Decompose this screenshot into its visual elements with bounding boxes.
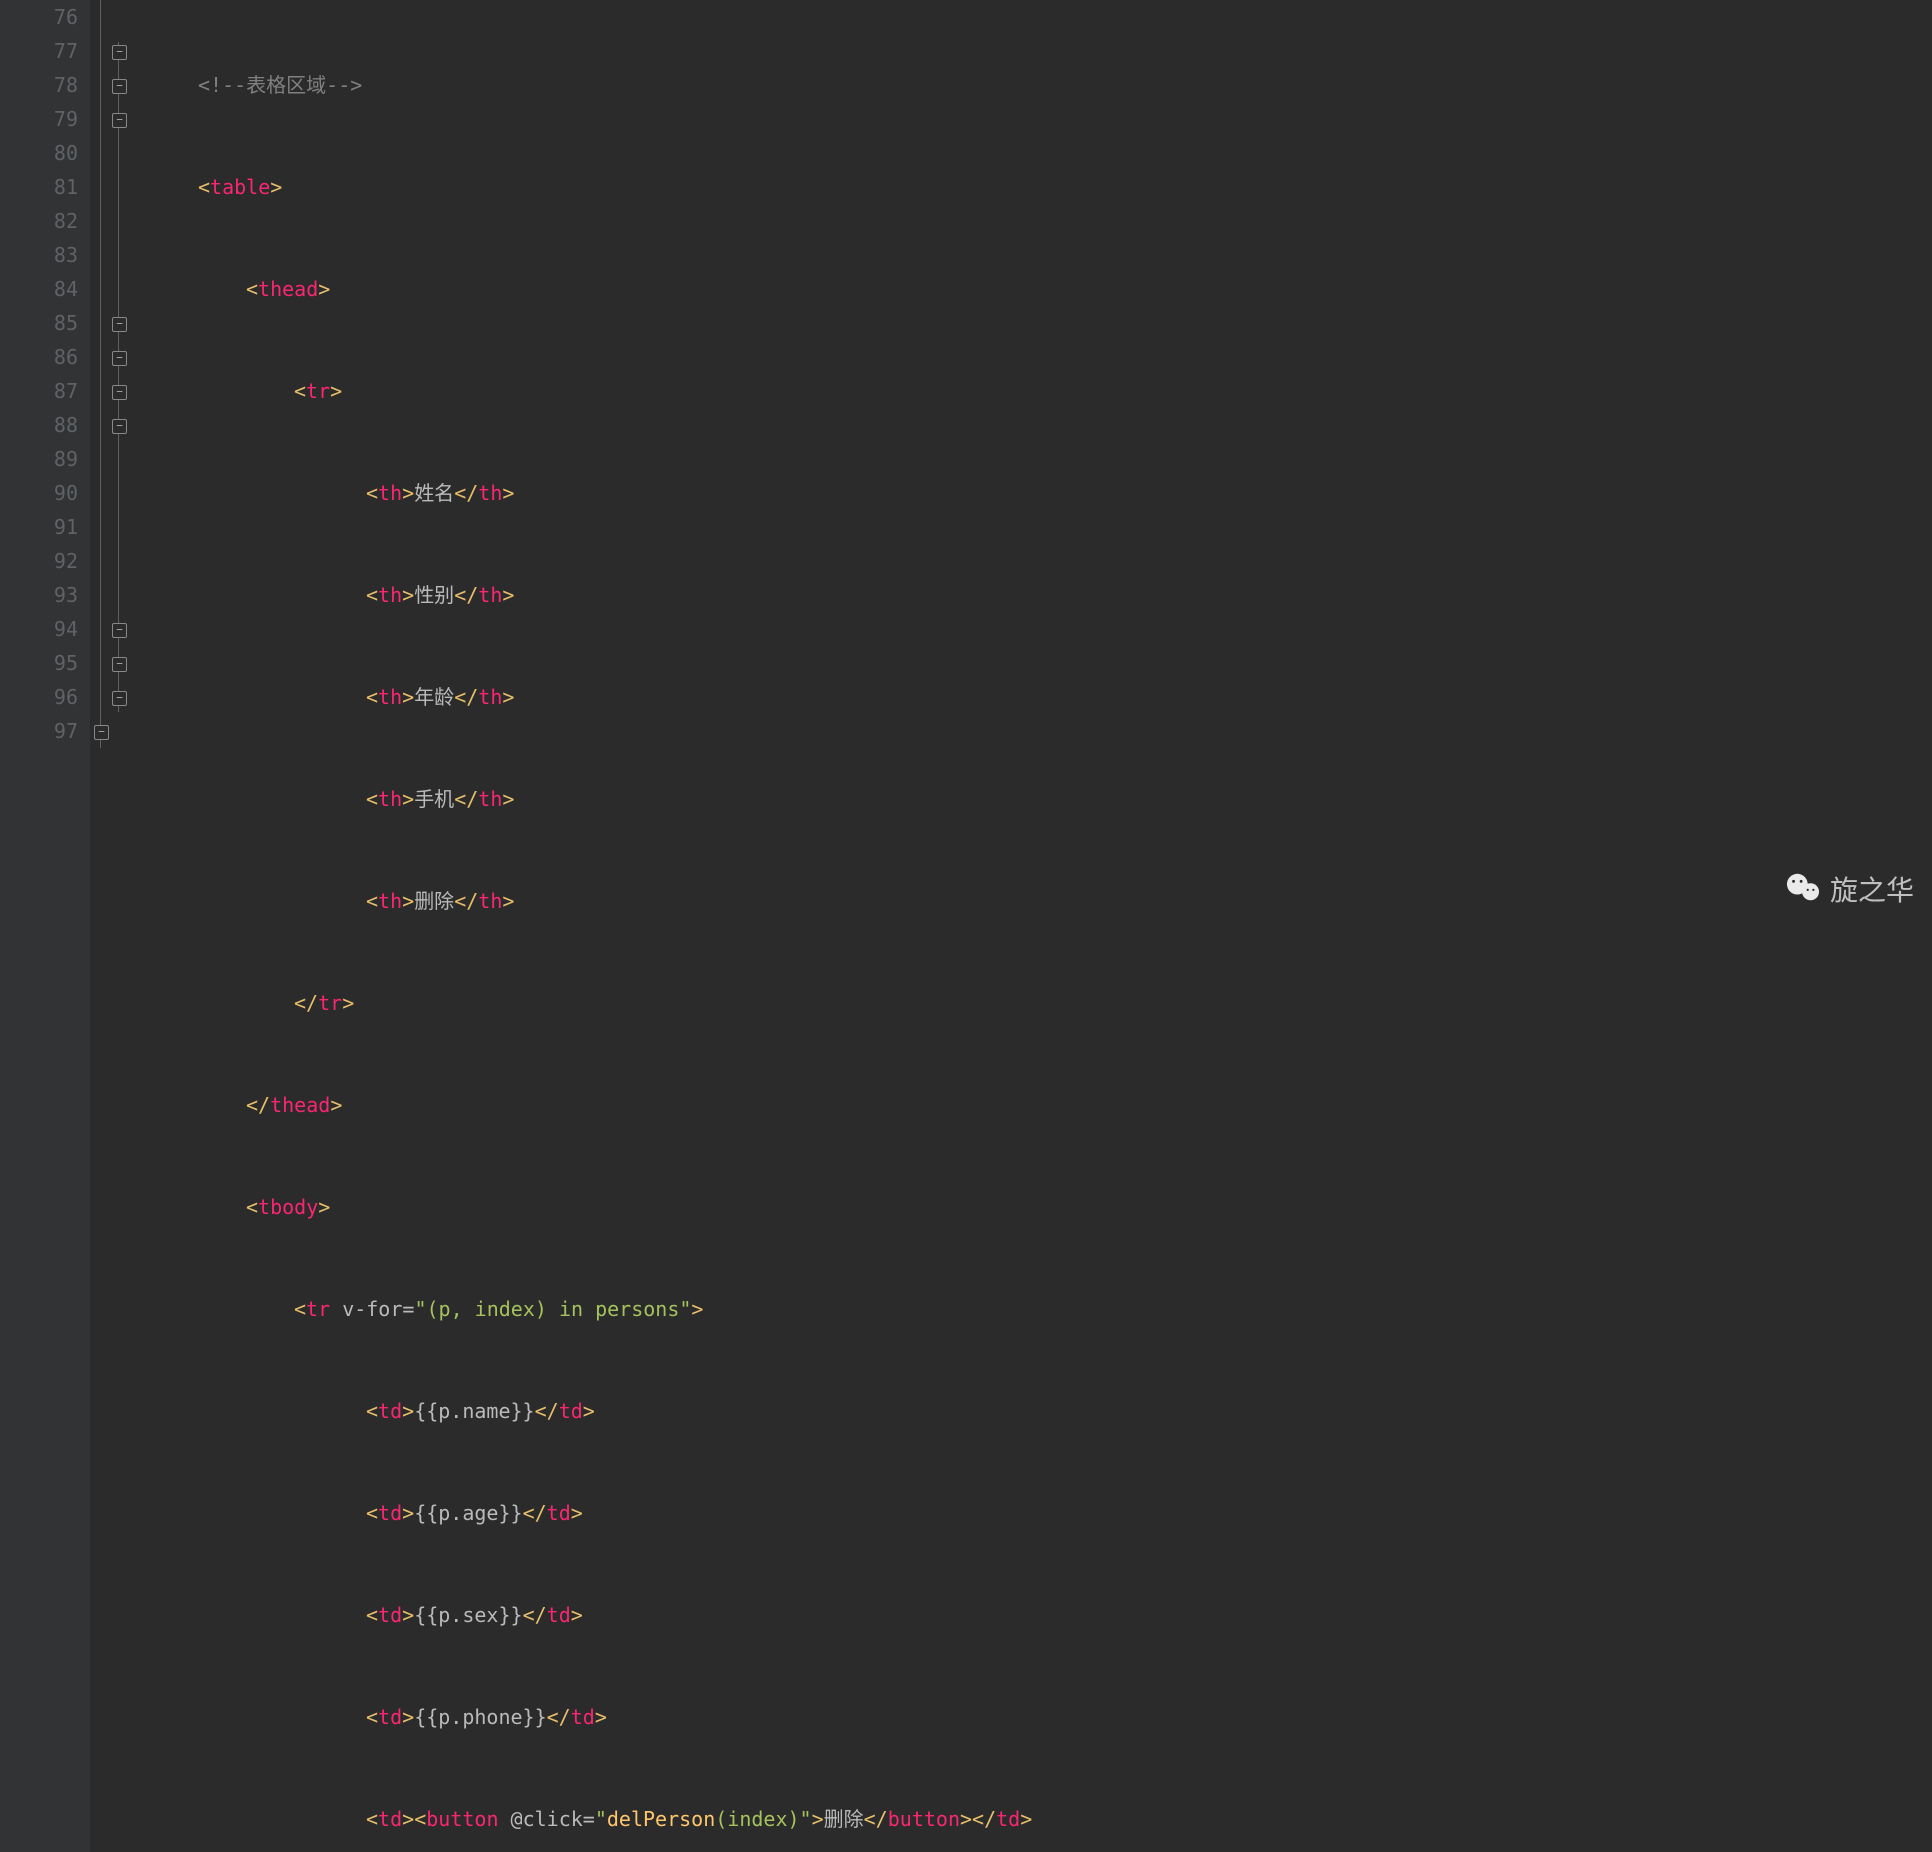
line-number: 90	[0, 476, 78, 510]
fold-handle-icon[interactable]	[112, 79, 127, 94]
fold-handle-icon[interactable]	[112, 691, 127, 706]
watermark-text: 旋之华	[1830, 874, 1914, 908]
line-number: 78	[0, 68, 78, 102]
line-number: 88	[0, 408, 78, 442]
fold-handle-icon[interactable]	[112, 45, 127, 60]
code-line: <th>年龄</th>	[150, 680, 1932, 714]
code-line: <td>{{p.age}}</td>	[150, 1496, 1932, 1530]
line-number: 84	[0, 272, 78, 306]
line-number: 94	[0, 612, 78, 646]
code-line: </thead>	[150, 1088, 1932, 1122]
code-line: <td><button @click="delPerson(index)">删除…	[150, 1802, 1932, 1836]
fold-gutter	[90, 0, 150, 1852]
code-line: <table>	[150, 170, 1932, 204]
code-line: <td>{{p.sex}}</td>	[150, 1598, 1932, 1632]
code-area[interactable]: <!--表格区域--> <table> <thead> <tr> <th>姓名<…	[150, 0, 1932, 1852]
line-number: 92	[0, 544, 78, 578]
line-number: 80	[0, 136, 78, 170]
code-line: <th>性别</th>	[150, 578, 1932, 612]
line-number: 95	[0, 646, 78, 680]
code-line: <td>{{p.phone}}</td>	[150, 1700, 1932, 1734]
code-line: <td>{{p.name}}</td>	[150, 1394, 1932, 1428]
fold-handle-icon[interactable]	[112, 113, 127, 128]
code-line: <tr>	[150, 374, 1932, 408]
line-number: 81	[0, 170, 78, 204]
line-number: 93	[0, 578, 78, 612]
line-number-gutter: 76 77 78 79 80 81 82 83 84 85 86 87 88 8…	[0, 0, 90, 1852]
wechat-icon	[1786, 872, 1820, 910]
line-number: 87	[0, 374, 78, 408]
code-line: <!--表格区域-->	[150, 68, 1932, 102]
code-line: </tr>	[150, 986, 1932, 1020]
code-line: <th>删除</th>	[150, 884, 1932, 918]
line-number: 79	[0, 102, 78, 136]
line-number: 77	[0, 34, 78, 68]
code-line: <thead>	[150, 272, 1932, 306]
fold-handle-icon[interactable]	[112, 623, 127, 638]
fold-handle-icon[interactable]	[112, 317, 127, 332]
code-editor: 76 77 78 79 80 81 82 83 84 85 86 87 88 8…	[0, 0, 1932, 1852]
line-number: 91	[0, 510, 78, 544]
line-number: 82	[0, 204, 78, 238]
line-number: 86	[0, 340, 78, 374]
line-number: 97	[0, 714, 78, 748]
line-number: 96	[0, 680, 78, 714]
code-line: <th>手机</th>	[150, 782, 1932, 816]
code-line: <tr v-for="(p, index) in persons">	[150, 1292, 1932, 1326]
fold-handle-icon[interactable]	[112, 385, 127, 400]
line-number: 83	[0, 238, 78, 272]
fold-handle-icon[interactable]	[112, 351, 127, 366]
code-line: <tbody>	[150, 1190, 1932, 1224]
line-number: 76	[0, 0, 78, 34]
fold-handle-icon[interactable]	[112, 419, 127, 434]
watermark: 旋之华	[1786, 872, 1914, 910]
fold-handle-icon[interactable]	[94, 725, 109, 740]
line-number: 89	[0, 442, 78, 476]
fold-handle-icon[interactable]	[112, 657, 127, 672]
code-line: <th>姓名</th>	[150, 476, 1932, 510]
line-number: 85	[0, 306, 78, 340]
